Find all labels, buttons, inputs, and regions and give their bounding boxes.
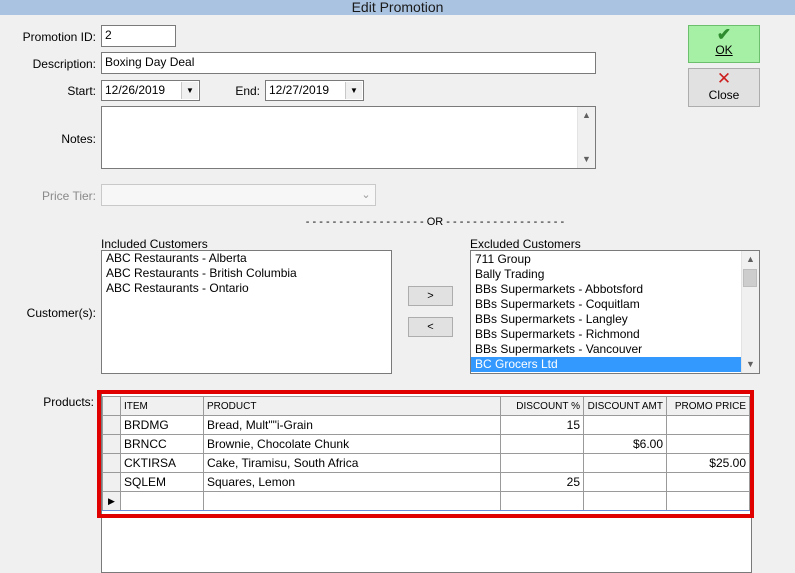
scroll-up-icon[interactable]: ▲ [578, 107, 595, 124]
start-date-picker[interactable]: 12/26/2019 ▼ [101, 80, 200, 101]
list-item[interactable]: BBs Supermarkets - Vancouver [471, 342, 741, 357]
description-field[interactable]: Boxing Day Deal [101, 52, 596, 74]
list-item[interactable]: BBs Supermarkets - Langley [471, 312, 741, 327]
move-right-button[interactable]: > [408, 286, 453, 306]
scroll-down-icon[interactable]: ▼ [578, 151, 595, 168]
move-left-button[interactable]: < [408, 317, 453, 337]
window-title: Edit Promotion [0, 0, 795, 15]
list-item[interactable]: BBs Supermarkets - Richmond [471, 327, 741, 342]
or-separator: - - - - - - - - - - - - - - - - - - OR -… [305, 216, 565, 228]
ok-label: OK [715, 43, 733, 57]
notes-textarea[interactable]: ▲ ▼ [101, 106, 596, 169]
close-label: Close [708, 88, 740, 102]
scroll-up-icon[interactable]: ▲ [742, 251, 759, 268]
start-label: Start: [67, 84, 96, 98]
excluded-customers-label: Excluded Customers [470, 237, 581, 251]
close-button[interactable]: ✕ Close [688, 68, 760, 107]
excluded-list-scrollbar[interactable]: ▲ ▼ [741, 251, 759, 373]
excluded-customers-list[interactable]: 711 Group Bally Trading BBs Supermarkets… [470, 250, 760, 374]
included-customers-list[interactable]: ABC Restaurants - Alberta ABC Restaurant… [101, 250, 392, 374]
start-date-value: 12/26/2019 [105, 83, 166, 97]
promotion-id-label: Promotion ID: [22, 30, 96, 44]
end-date-picker[interactable]: 12/27/2019 ▼ [265, 80, 364, 101]
list-item-selected[interactable]: BC Grocers Ltd [471, 357, 741, 372]
list-item[interactable]: ABC Restaurants - Alberta [102, 251, 391, 266]
end-date-value: 12/27/2019 [269, 83, 330, 97]
list-item[interactable]: 711 Group [471, 252, 741, 267]
description-label: Description: [32, 57, 96, 71]
notes-label: Notes: [61, 132, 96, 146]
ok-button[interactable]: ✔ OK [688, 25, 760, 63]
list-item[interactable]: BBs Supermarkets - Abbotsford [471, 282, 741, 297]
end-label: End: [235, 84, 260, 98]
scrollbar-thumb[interactable] [743, 269, 757, 287]
list-item[interactable]: Bally Trading [471, 267, 741, 282]
checkmark-icon: ✔ [716, 25, 732, 44]
dropdown-arrow-icon[interactable]: ▼ [345, 82, 362, 99]
price-tier-select[interactable]: ⌄ [101, 184, 376, 206]
highlight-box [97, 390, 754, 518]
included-customers-label: Included Customers [101, 237, 208, 251]
scroll-down-icon[interactable]: ▼ [742, 356, 759, 373]
list-item[interactable]: ABC Restaurants - British Columbia [102, 266, 391, 281]
customers-label: Customer(s): [26, 306, 96, 320]
list-item[interactable]: ABC Restaurants - Ontario [102, 281, 391, 296]
notes-scrollbar[interactable]: ▲ ▼ [577, 107, 595, 168]
chevron-down-icon: ⌄ [361, 189, 371, 201]
list-item[interactable]: BBs Supermarkets - Coquitlam [471, 297, 741, 312]
promotion-id-field[interactable]: 2 [101, 25, 176, 47]
products-label: Products: [43, 395, 94, 409]
x-icon: ✕ [716, 69, 732, 88]
price-tier-label: Price Tier: [41, 189, 96, 203]
dropdown-arrow-icon[interactable]: ▼ [181, 82, 198, 99]
